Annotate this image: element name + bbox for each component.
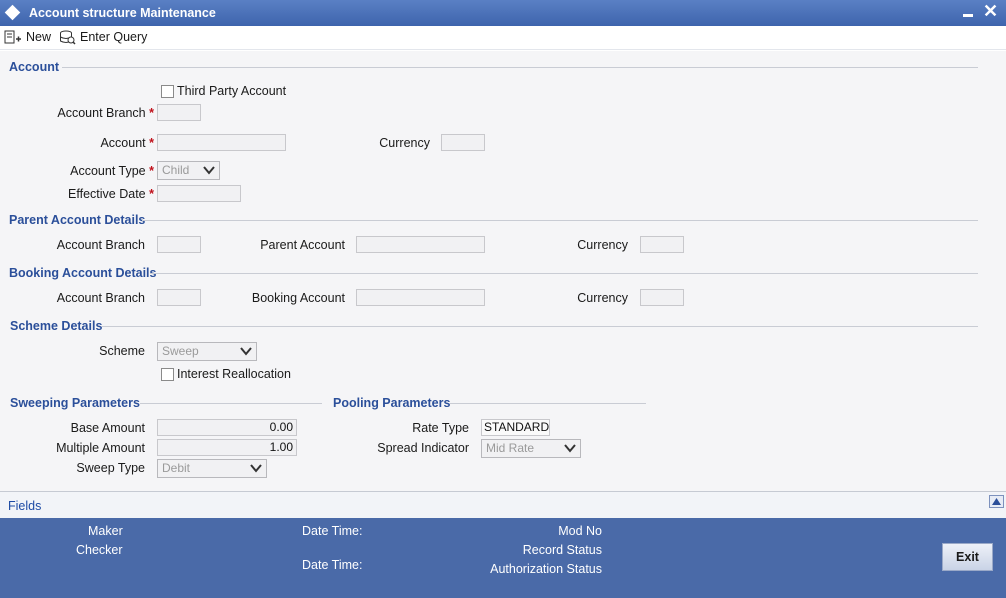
- pooling-section-title: Pooling Parameters: [333, 396, 451, 410]
- toolbar: New Enter Query: [0, 26, 1006, 50]
- audit-footer: Maker Checker Date Time: Date Time: Mod …: [0, 518, 1006, 598]
- account-type-label: Account Type *: [40, 164, 154, 178]
- sweeping-section-title: Sweeping Parameters: [10, 396, 140, 410]
- required-mark: *: [149, 187, 154, 201]
- account-type-select[interactable]: Child: [157, 161, 220, 180]
- scheme-value: Sweep: [162, 344, 199, 358]
- required-mark: *: [149, 106, 154, 120]
- base-amount-label: Base Amount: [70, 421, 145, 435]
- multiple-amount-label: Multiple Amount: [56, 441, 145, 455]
- record-status-label: Record Status: [522, 543, 602, 557]
- window-title: Account structure Maintenance: [29, 6, 216, 20]
- sweep-type-label: Sweep Type: [76, 461, 145, 475]
- account-currency-input[interactable]: [441, 134, 485, 151]
- parent-account-input[interactable]: [356, 236, 485, 253]
- enter-query-button[interactable]: Enter Query: [59, 28, 147, 46]
- chevron-down-icon: [564, 444, 576, 453]
- parent-branch-input[interactable]: [157, 236, 201, 253]
- required-mark: *: [149, 164, 154, 178]
- interest-reallocation-checkbox[interactable]: [161, 368, 174, 381]
- account-section-rule: [62, 67, 978, 68]
- account-input[interactable]: [157, 134, 286, 151]
- account-branch-label-text: Account Branch: [57, 106, 146, 120]
- chevron-down-icon: [203, 166, 215, 175]
- spread-indicator-select[interactable]: Mid Rate: [481, 439, 581, 458]
- checker-date-time-label: Date Time:: [302, 558, 363, 572]
- booking-branch-input[interactable]: [157, 289, 201, 306]
- rate-type-label: Rate Type: [412, 421, 469, 435]
- spread-indicator-label: Spread Indicator: [377, 441, 469, 455]
- close-icon[interactable]: ✕: [983, 1, 998, 21]
- required-mark: *: [149, 136, 154, 150]
- exit-button[interactable]: Exit: [942, 543, 993, 571]
- account-label-text: Account: [100, 136, 146, 150]
- parent-currency-label: Currency: [577, 238, 628, 252]
- new-button[interactable]: New: [4, 28, 51, 46]
- title-bar: Account structure Maintenance ✕: [0, 0, 1006, 26]
- sweep-type-value: Debit: [162, 461, 191, 475]
- new-record-icon: [4, 30, 21, 44]
- scheme-section-rule: [102, 326, 978, 327]
- minimize-icon[interactable]: [963, 14, 973, 17]
- authorization-status-label: Authorization Status: [490, 562, 602, 576]
- parent-section-title: Parent Account Details: [9, 213, 146, 227]
- parent-section-rule: [142, 220, 978, 221]
- booking-branch-label: Account Branch: [56, 291, 145, 305]
- booking-section-title: Booking Account Details: [9, 266, 157, 280]
- chevron-down-icon: [250, 464, 262, 473]
- new-button-label: New: [26, 30, 52, 44]
- parent-account-label: Parent Account: [260, 238, 345, 252]
- maker-date-time-label: Date Time:: [302, 524, 363, 538]
- rate-type-input[interactable]: STANDARD: [481, 419, 550, 436]
- parent-currency-input[interactable]: [640, 236, 684, 253]
- query-icon: [60, 30, 76, 45]
- account-currency-label: Currency: [379, 136, 430, 150]
- account-section-title: Account: [9, 60, 59, 74]
- booking-currency-input[interactable]: [640, 289, 684, 306]
- account-type-value: Child: [162, 163, 190, 177]
- mod-no-label: Mod No: [558, 524, 602, 538]
- effective-date-input[interactable]: [157, 185, 241, 202]
- account-type-label-text: Account Type: [70, 164, 146, 178]
- booking-account-input[interactable]: [356, 289, 485, 306]
- booking-account-label: Booking Account: [251, 291, 345, 305]
- third-party-account-checkbox[interactable]: [161, 85, 174, 98]
- sweeping-section-rule: [140, 403, 322, 404]
- effective-date-label: Effective Date *: [40, 187, 154, 201]
- triangle-up-icon: [992, 498, 1001, 505]
- account-branch-input[interactable]: [157, 104, 201, 121]
- scheme-label: Scheme: [99, 344, 145, 358]
- sweep-type-select[interactable]: Debit: [157, 459, 267, 478]
- spread-indicator-value: Mid Rate: [486, 441, 535, 455]
- third-party-account-label: Third Party Account: [177, 84, 287, 98]
- chevron-down-icon: [240, 347, 252, 356]
- account-label: Account *: [40, 136, 154, 150]
- multiple-amount-input[interactable]: 1.00: [157, 439, 297, 456]
- fields-link[interactable]: Fields: [8, 499, 41, 513]
- enter-query-label: Enter Query: [80, 30, 148, 44]
- interest-reallocation-label: Interest Reallocation: [177, 367, 291, 381]
- app-diamond-icon: [4, 4, 21, 21]
- form-area: Account Third Party Account Account Bran…: [0, 51, 1006, 491]
- base-amount-input[interactable]: 0.00: [157, 419, 297, 436]
- maker-label: Maker: [88, 524, 123, 538]
- booking-section-rule: [150, 273, 978, 274]
- scheme-select[interactable]: Sweep: [157, 342, 257, 361]
- checker-label: Checker: [76, 543, 123, 557]
- effective-date-label-text: Effective Date: [68, 187, 146, 201]
- booking-currency-label: Currency: [577, 291, 628, 305]
- account-branch-label: Account Branch *: [40, 106, 154, 120]
- scheme-section-title: Scheme Details: [10, 319, 103, 333]
- pooling-section-rule: [450, 403, 646, 404]
- parent-branch-label: Account Branch: [56, 238, 145, 252]
- expand-up-icon[interactable]: [989, 495, 1004, 508]
- fields-bar: Fields: [0, 491, 1006, 518]
